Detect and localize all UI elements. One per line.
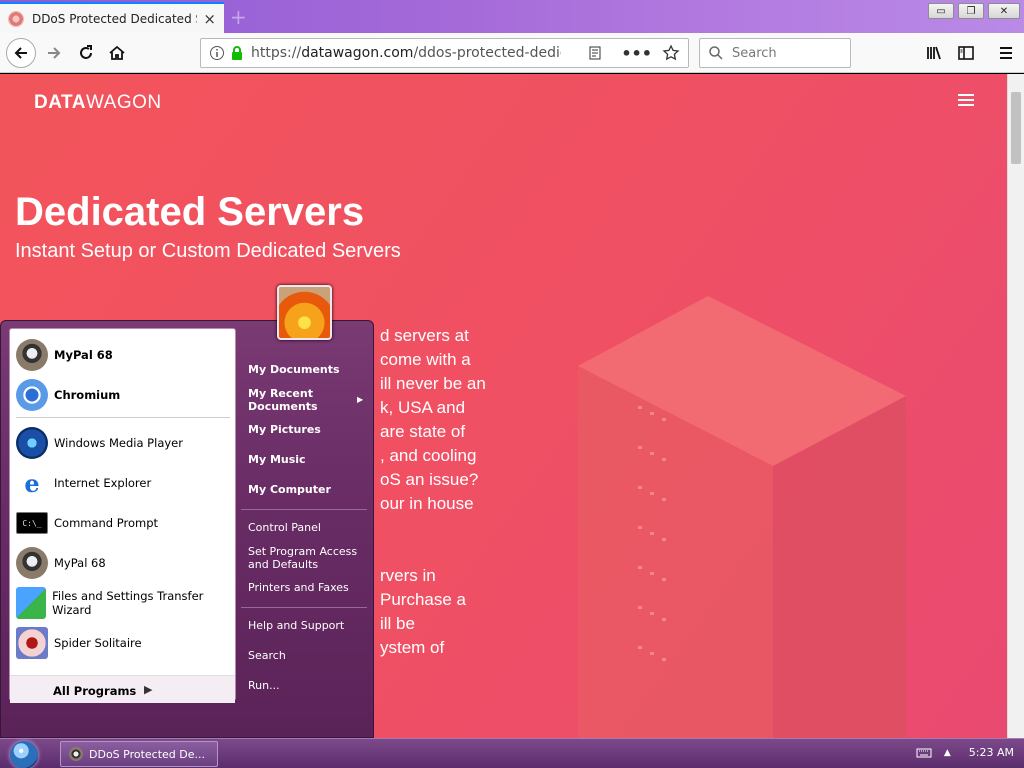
reader-view-icon[interactable]	[587, 45, 603, 61]
site-menu-icon[interactable]	[958, 94, 974, 109]
second-paragraph: rvers in Purchase a ill be ystem of	[380, 566, 466, 657]
reload-icon	[80, 45, 92, 59]
media-player-icon	[16, 427, 48, 459]
browser-tab[interactable]: DDoS Protected Dedicated Serve ×	[0, 2, 224, 33]
server-illustration	[578, 296, 906, 738]
printers-and-faxes-link[interactable]: Printers and Faxes	[248, 581, 349, 594]
info-icon[interactable]	[209, 45, 225, 61]
restore-button[interactable]: ❐	[958, 3, 984, 19]
search-icon	[709, 46, 723, 60]
sidebar-button[interactable]	[954, 41, 978, 65]
start-button[interactable]	[10, 741, 38, 768]
tray-expand-icon[interactable]: ▲	[944, 748, 951, 758]
sidebar-icon	[958, 46, 974, 60]
forward-button[interactable]	[42, 41, 66, 65]
tab-title: DDoS Protected Dedicated Serve	[31, 11, 197, 26]
program-spider-solitaire[interactable]: Spider Solitaire	[16, 625, 142, 661]
program-chromium[interactable]: Chromium	[16, 377, 120, 413]
search-placeholder: Search	[732, 45, 777, 61]
program-windows-media-player[interactable]: Windows Media Player	[16, 425, 183, 461]
taskbar-browser-button[interactable]: DDoS Protected De...	[60, 741, 218, 767]
page-scrollbar[interactable]	[1007, 74, 1024, 738]
menu-button[interactable]	[994, 41, 1018, 65]
tab-close-icon[interactable]: ×	[203, 10, 216, 28]
program-internet-explorer[interactable]: e Internet Explorer	[16, 465, 151, 501]
my-documents-link[interactable]: My Documents	[248, 363, 340, 376]
system-tray: ▲ 5:23 AM	[916, 746, 1014, 759]
bookmark-star-icon[interactable]	[662, 44, 680, 62]
library-button[interactable]	[922, 41, 946, 65]
new-tab-button[interactable]: +	[230, 5, 247, 29]
program-mypal-pinned[interactable]: MyPal 68	[16, 337, 113, 373]
internet-explorer-icon: e	[24, 468, 40, 498]
chromium-icon	[16, 379, 48, 411]
program-transfer-wizard[interactable]: Files and Settings Transfer Wizard	[16, 585, 235, 621]
page-actions-icon[interactable]: •••	[621, 44, 652, 63]
right-separator-1	[241, 509, 367, 510]
padlock-icon[interactable]	[229, 45, 245, 61]
tab-strip: DDoS Protected Dedicated Serve × + ▭ ❐ ✕	[0, 0, 1024, 33]
taskbar: DDoS Protected De... ▲ 5:23 AM	[0, 738, 1024, 768]
control-panel-link[interactable]: Control Panel	[248, 521, 321, 534]
library-icon	[927, 46, 941, 60]
minimize-button[interactable]: ▭	[928, 3, 954, 19]
raccoon-icon	[16, 339, 48, 371]
right-separator-2	[241, 607, 367, 608]
pinned-separator	[16, 417, 230, 418]
search-link[interactable]: Search	[248, 649, 286, 662]
url-text[interactable]: https://datawagon.com/ddos-protected-ded…	[251, 45, 561, 61]
all-programs-button[interactable]: All Programs ▶	[10, 675, 235, 703]
help-and-support-link[interactable]: Help and Support	[248, 619, 344, 632]
clock[interactable]: 5:23 AM	[969, 746, 1014, 759]
datawagon-logo[interactable]: DATAWAGON	[34, 92, 162, 114]
submenu-arrow-icon: ▶	[357, 395, 364, 404]
my-recent-documents-link[interactable]: My Recent Documents	[248, 387, 318, 413]
hero-title: Dedicated Servers	[15, 190, 365, 234]
user-avatar[interactable]	[277, 285, 332, 340]
intro-paragraph: d servers at come with a ill never be an k…	[380, 326, 486, 513]
reload-button[interactable]	[74, 41, 98, 65]
my-pictures-link[interactable]: My Pictures	[248, 423, 321, 436]
close-window-button[interactable]: ✕	[988, 3, 1020, 19]
my-computer-link[interactable]: My Computer	[248, 483, 331, 496]
home-icon	[109, 45, 125, 60]
program-command-prompt[interactable]: C:\_ Command Prompt	[16, 505, 158, 541]
home-button[interactable]	[105, 41, 129, 65]
window-controls: ▭ ❐ ✕	[928, 3, 1020, 19]
transfer-wizard-icon	[16, 587, 47, 619]
hero-subtitle: Instant Setup or Custom Dedicated Server…	[15, 240, 401, 262]
url-bar[interactable]: https://datawagon.com/ddos-protected-ded…	[200, 38, 689, 68]
start-menu-programs: MyPal 68 Chromium Windows Media Player e…	[9, 328, 236, 703]
navigation-toolbar: https://datawagon.com/ddos-protected-ded…	[0, 33, 1024, 73]
raccoon-icon	[16, 547, 48, 579]
run-link[interactable]: Run...	[248, 679, 280, 692]
keyboard-icon[interactable]	[916, 747, 932, 759]
raccoon-icon	[69, 747, 83, 761]
set-program-access-link[interactable]: Set Program Access and Defaults	[248, 545, 357, 571]
back-arrow-icon	[14, 47, 27, 59]
site-favicon-icon	[8, 10, 24, 27]
search-input[interactable]: Search	[699, 38, 851, 68]
all-programs-arrow-icon: ▶	[144, 683, 153, 696]
command-prompt-icon: C:\_	[16, 512, 48, 534]
program-mypal[interactable]: MyPal 68	[16, 545, 106, 581]
forward-arrow-icon	[48, 47, 61, 59]
back-button[interactable]	[6, 38, 36, 68]
spider-icon	[16, 627, 48, 659]
start-menu: MyPal 68 Chromium Windows Media Player e…	[0, 320, 374, 738]
hamburger-menu-icon	[1000, 47, 1012, 59]
my-music-link[interactable]: My Music	[248, 453, 306, 466]
scrollbar-thumb[interactable]	[1011, 92, 1021, 164]
